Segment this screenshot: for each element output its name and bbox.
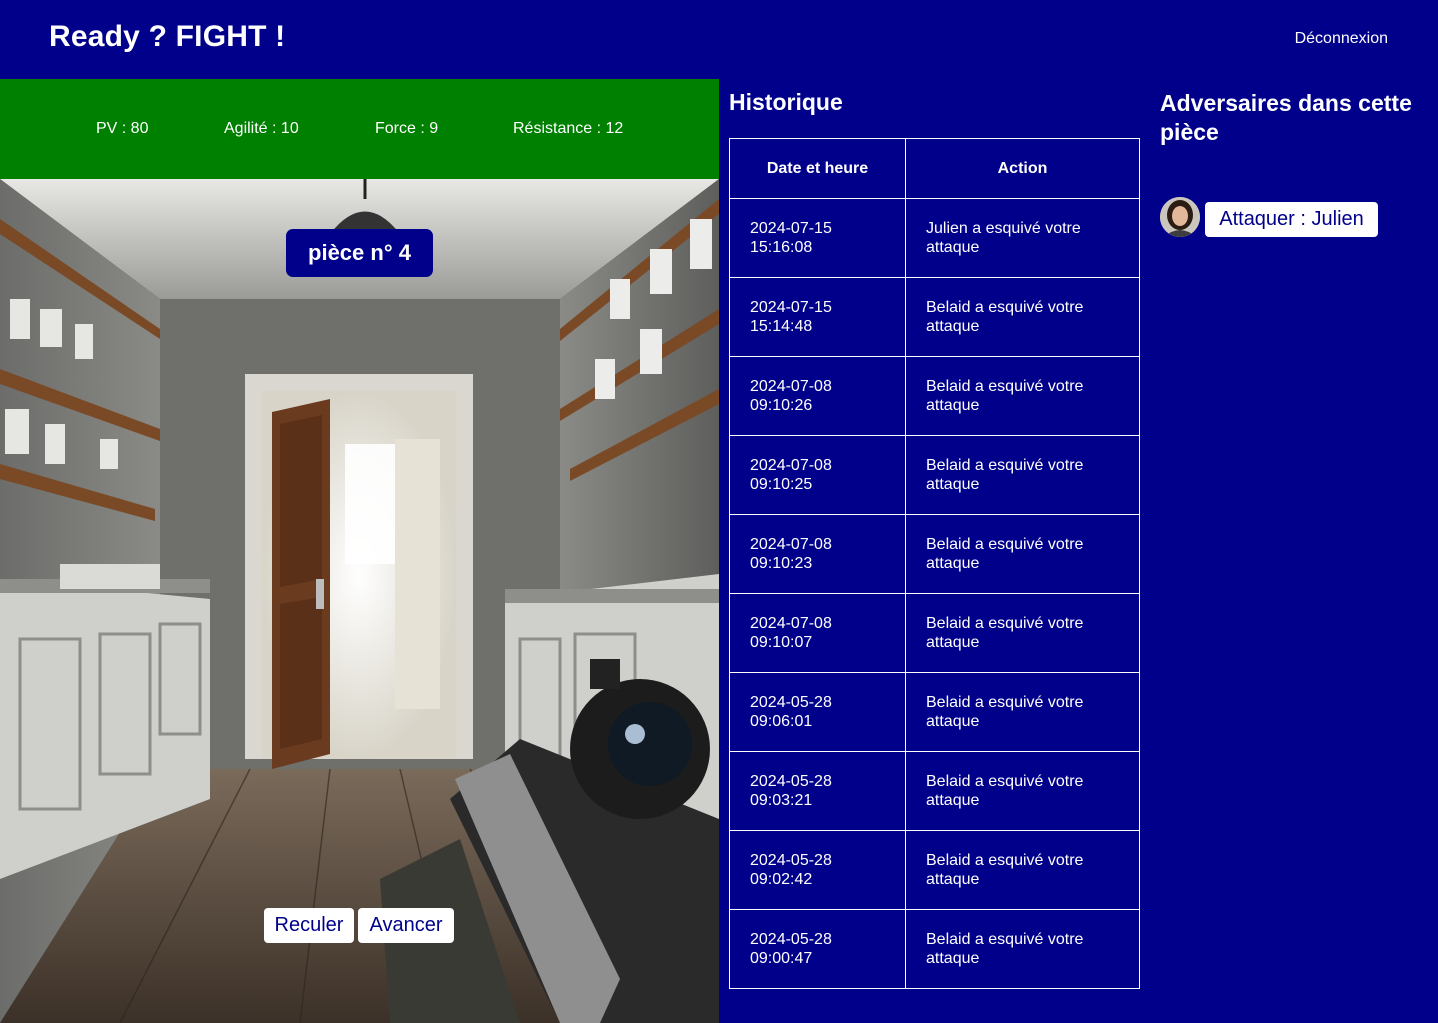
history-time: 09:10:26 [750, 397, 813, 414]
history-action-cell: Belaid a esquivé votre attaque [905, 277, 1140, 357]
history-date: 2024-07-15 [750, 299, 832, 316]
stat-resistance: Résistance : 12 [513, 120, 624, 137]
stat-force: Force : 9 [375, 120, 439, 137]
history-datetime-cell: 2024-05-28 09:02:42 [729, 830, 906, 910]
history-date: 2024-07-08 [750, 536, 832, 553]
history-action-cell: Belaid a esquivé votre attaque [905, 909, 1140, 989]
table-row: 2024-07-08 09:10:26 Belaid a esquivé votre… [729, 356, 1140, 436]
column-header-date: Date et heure [729, 138, 906, 199]
adversaries-title: Adversaires dans cette pièce [1160, 90, 1412, 145]
adversary-avatar[interactable] [1160, 197, 1200, 237]
history-action-cell: Belaid a esquivé votre attaque [905, 593, 1140, 673]
history-action-cell: Belaid a esquivé votre attaque [905, 672, 1140, 752]
table-row: 2024-05-28 09:02:42 Belaid a esquivé votre… [729, 830, 1140, 910]
table-row: 2024-07-08 09:10:25 Belaid a esquivé votre… [729, 435, 1140, 515]
history-datetime-cell: 2024-05-28 09:03:21 [729, 751, 906, 831]
history-datetime-cell: 2024-07-15 15:14:48 [729, 277, 906, 357]
history-action-cell: Belaid a esquivé votre attaque [905, 830, 1140, 910]
history-action-cell: Belaid a esquivé votre attaque [905, 356, 1140, 436]
room-scene: pièce n° 4 Reculer Avancer [0, 179, 719, 1023]
history-action-cell: Julien a esquivé votre attaque [905, 198, 1140, 278]
history-date: 2024-07-15 [750, 220, 832, 237]
logout-link[interactable]: Déconnexion [1295, 30, 1388, 48]
history-datetime-cell: 2024-05-28 09:06:01 [729, 672, 906, 752]
history-datetime-cell: 2024-07-08 09:10:23 [729, 514, 906, 594]
table-row: 2024-07-15 15:14:48 Belaid a esquivé votre… [729, 277, 1140, 357]
room-number-badge: pièce n° 4 [286, 229, 433, 277]
portrait-icon [1160, 197, 1200, 237]
table-row: 2024-05-28 09:06:01 Belaid a esquivé votre… [729, 672, 1140, 752]
history-date: 2024-05-28 [750, 852, 832, 869]
history-time: 15:16:08 [750, 239, 813, 256]
history-time: 09:10:23 [750, 555, 813, 572]
history-time: 09:10:07 [750, 634, 813, 651]
stat-pv: PV : 80 [96, 120, 149, 137]
history-date: 2024-05-28 [750, 931, 832, 948]
history-time: 09:06:01 [750, 713, 813, 730]
history-date: 2024-07-08 [750, 378, 832, 395]
history-date: 2024-05-28 [750, 694, 832, 711]
history-date: 2024-07-08 [750, 615, 832, 632]
attack-button[interactable]: Attaquer : Julien [1205, 202, 1378, 237]
history-action-cell: Belaid a esquivé votre attaque [905, 514, 1140, 594]
table-row: 2024-07-15 15:16:08 Julien a esquivé votre… [729, 198, 1140, 278]
history-date: 2024-07-08 [750, 457, 832, 474]
history-action-cell: Belaid a esquivé votre attaque [905, 751, 1140, 831]
history-time: 09:02:42 [750, 871, 813, 888]
history-time: 15:14:48 [750, 318, 813, 335]
stat-agility: Agilité : 10 [224, 120, 299, 137]
history-title: Historique [729, 89, 843, 115]
top-bar: Ready ? FIGHT ! Déconnexion [0, 0, 1438, 79]
history-time: 09:00:47 [750, 950, 813, 967]
history-datetime-cell: 2024-07-15 15:16:08 [729, 198, 906, 278]
forward-button[interactable]: Avancer [358, 908, 454, 943]
history-time: 09:10:25 [750, 476, 813, 493]
back-button[interactable]: Reculer [264, 908, 354, 943]
table-row: 2024-07-08 09:10:23 Belaid a esquivé votre… [729, 514, 1140, 594]
stats-bar: PV : 80 Agilité : 10 Force : 9 Résistanc… [0, 79, 719, 179]
table-row: 2024-07-08 09:10:07 Belaid a esquivé votre… [729, 593, 1140, 673]
history-datetime-cell: 2024-07-08 09:10:25 [729, 435, 906, 515]
app-title: Ready ? FIGHT ! [49, 20, 286, 53]
table-header-row: Date et heure Action [729, 138, 1140, 199]
history-datetime-cell: 2024-05-28 09:00:47 [729, 909, 906, 989]
table-row: 2024-05-28 09:00:47 Belaid a esquivé votre… [729, 909, 1140, 989]
history-datetime-cell: 2024-07-08 09:10:26 [729, 356, 906, 436]
history-time: 09:03:21 [750, 792, 813, 809]
history-date: 2024-05-28 [750, 773, 832, 790]
history-datetime-cell: 2024-07-08 09:10:07 [729, 593, 906, 673]
table-row: 2024-05-28 09:03:21 Belaid a esquivé votre… [729, 751, 1140, 831]
column-header-action: Action [905, 138, 1140, 199]
history-action-cell: Belaid a esquivé votre attaque [905, 435, 1140, 515]
history-table: Date et heure Action 2024-07-15 15:16:08 J… [729, 138, 1140, 989]
kitchen-scene-image [0, 179, 719, 1023]
